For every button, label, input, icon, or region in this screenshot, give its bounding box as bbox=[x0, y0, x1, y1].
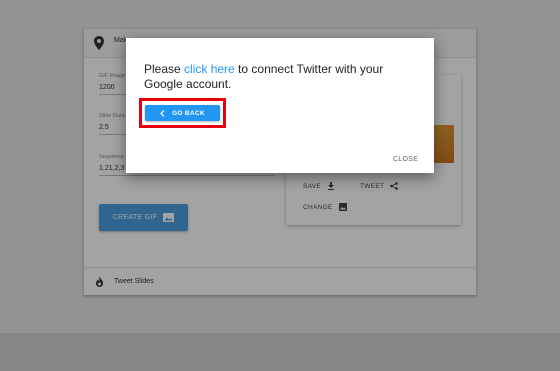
close-button[interactable]: CLOSE bbox=[393, 156, 418, 163]
go-back-label: GO BACK bbox=[172, 109, 205, 117]
dialog-message: Please click here to connect Twitter wit… bbox=[144, 62, 424, 92]
chevron-left-icon bbox=[160, 109, 165, 117]
click-here-link[interactable]: click here bbox=[184, 62, 235, 76]
go-back-button[interactable]: GO BACK bbox=[145, 105, 220, 121]
dialog-message-prefix: Please bbox=[144, 62, 185, 76]
connect-twitter-dialog: Please click here to connect Twitter wit… bbox=[126, 38, 434, 173]
